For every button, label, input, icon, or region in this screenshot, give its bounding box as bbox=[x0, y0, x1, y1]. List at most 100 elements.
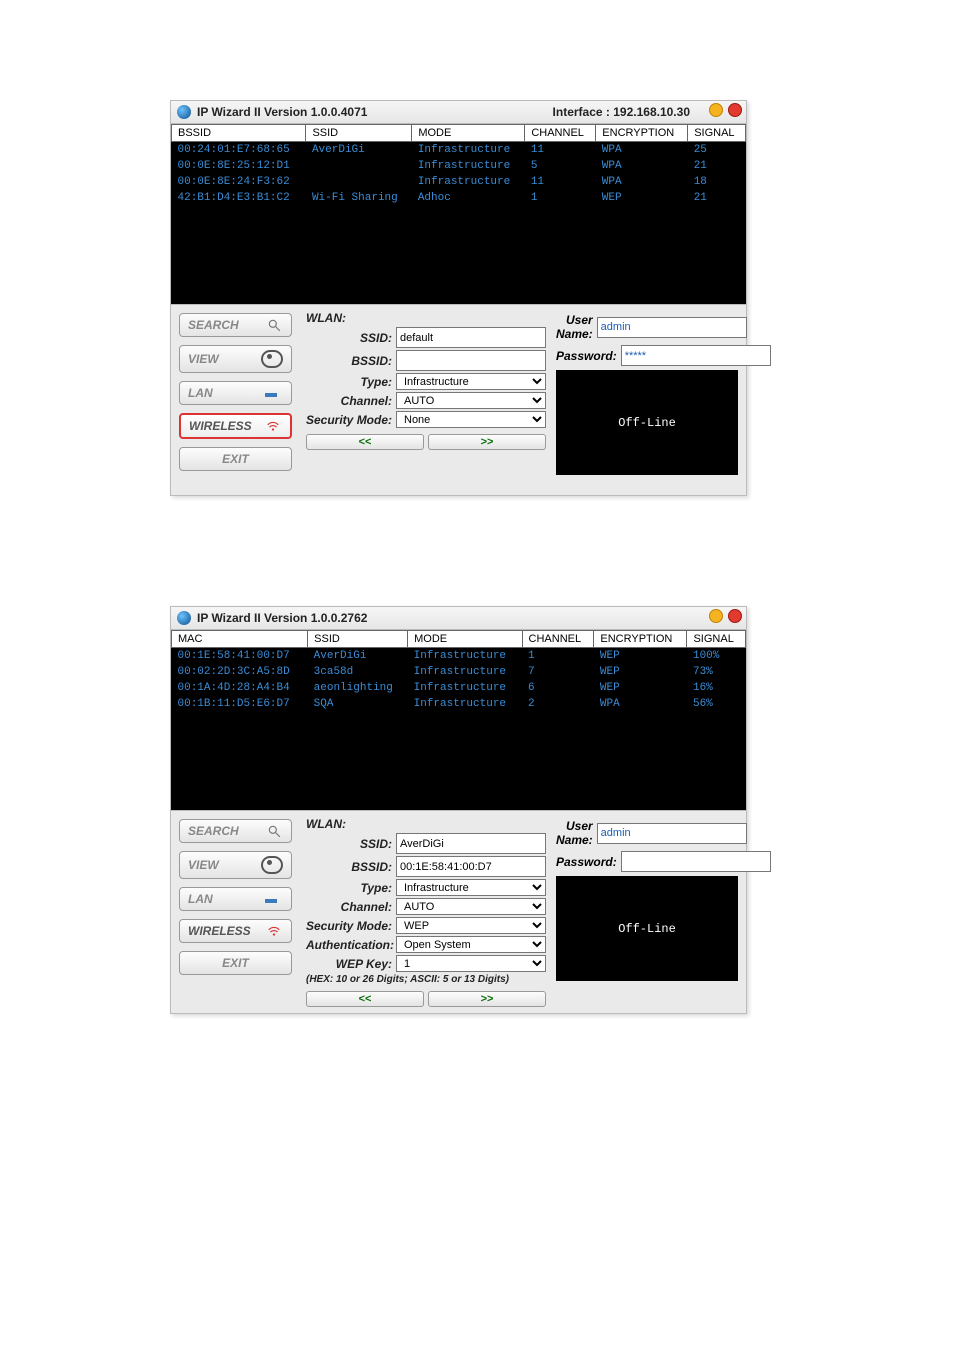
credentials-panel: User Name: Password: Off-Line bbox=[552, 305, 746, 495]
password-input[interactable] bbox=[621, 345, 771, 366]
network-table[interactable]: BSSID SSID MODE CHANNEL ENCRYPTION SIGNA… bbox=[171, 124, 746, 304]
table-row[interactable]: 00:1B:11:D5:E6:D7SQAInfrastructure2WPA56… bbox=[172, 696, 746, 712]
ssid-input[interactable] bbox=[396, 833, 546, 854]
type-select[interactable]: Infrastructure bbox=[396, 373, 546, 390]
ssid-label: SSID: bbox=[306, 331, 396, 345]
prev-button[interactable]: << bbox=[306, 991, 424, 1007]
nav-label: WIRELESS bbox=[188, 924, 251, 938]
window-title: IP Wizard II Version 1.0.0.4071 bbox=[197, 105, 367, 119]
col-signal[interactable]: SIGNAL bbox=[687, 631, 746, 648]
col-bssid[interactable]: BSSID bbox=[172, 125, 306, 142]
wlan-heading: WLAN: bbox=[306, 311, 546, 325]
hex-note: (HEX: 10 or 26 Digits; ASCII: 5 or 13 Di… bbox=[306, 974, 546, 985]
type-select[interactable]: Infrastructure bbox=[396, 879, 546, 896]
ip-wizard-window-2: IP Wizard II Version 1.0.0.2762 MAC SSID… bbox=[170, 606, 747, 1014]
col-encryption[interactable]: ENCRYPTION bbox=[596, 125, 688, 142]
secmode-label: Security Mode: bbox=[306, 413, 396, 427]
preview-status: Off-Line bbox=[618, 922, 676, 936]
table-row[interactable]: 00:0E:8E:24:F3:62Infrastructure11WPA18 bbox=[172, 174, 746, 190]
preview-pane: Off-Line bbox=[556, 370, 738, 475]
nav-label: LAN bbox=[188, 386, 213, 400]
close-icon[interactable] bbox=[728, 609, 742, 623]
table-row[interactable]: 00:1E:58:41:00:D7AverDiGiInfrastructure1… bbox=[172, 648, 746, 665]
nav-label: VIEW bbox=[188, 858, 219, 872]
lan-button[interactable]: LAN bbox=[179, 887, 292, 911]
eye-icon bbox=[261, 856, 283, 874]
table-row[interactable]: 00:02:2D:3C:A5:8D3ca58dInfrastructure7WE… bbox=[172, 664, 746, 680]
col-signal[interactable]: SIGNAL bbox=[688, 125, 746, 142]
bssid-input[interactable] bbox=[396, 856, 546, 877]
network-table[interactable]: MAC SSID MODE CHANNEL ENCRYPTION SIGNAL … bbox=[171, 630, 746, 810]
globe-icon bbox=[177, 105, 191, 119]
search-icon bbox=[265, 318, 283, 332]
titlebar[interactable]: IP Wizard II Version 1.0.0.4071 Interfac… bbox=[171, 101, 746, 124]
globe-icon bbox=[177, 611, 191, 625]
wireless-button[interactable]: WIRELESS bbox=[179, 919, 292, 943]
nav-label: WIRELESS bbox=[189, 419, 252, 433]
nav-label: EXIT bbox=[222, 956, 249, 970]
view-button[interactable]: VIEW bbox=[179, 851, 292, 879]
wlan-form: WLAN: SSID: BSSID: Type:Infrastructure C… bbox=[300, 305, 552, 495]
table-row[interactable]: 00:1A:4D:28:A4:B4aeonlightingInfrastruct… bbox=[172, 680, 746, 696]
col-channel[interactable]: CHANNEL bbox=[525, 125, 596, 142]
auth-select[interactable]: Open System bbox=[396, 936, 546, 953]
channel-label: Channel: bbox=[306, 394, 396, 408]
wifi-icon bbox=[265, 924, 283, 938]
username-label: User Name: bbox=[556, 313, 597, 341]
wifi-icon bbox=[264, 419, 282, 433]
col-encryption[interactable]: ENCRYPTION bbox=[594, 631, 687, 648]
close-icon[interactable] bbox=[728, 103, 742, 117]
next-button[interactable]: >> bbox=[428, 991, 546, 1007]
username-input[interactable] bbox=[597, 317, 747, 338]
col-channel[interactable]: CHANNEL bbox=[522, 631, 594, 648]
table-row[interactable]: 42:B1:D4:E3:B1:C2Wi-Fi SharingAdhoc1WEP2… bbox=[172, 190, 746, 206]
lan-icon bbox=[265, 892, 283, 906]
password-label: Password: bbox=[556, 349, 621, 363]
view-button[interactable]: VIEW bbox=[179, 345, 292, 373]
col-mac[interactable]: MAC bbox=[172, 631, 308, 648]
col-ssid[interactable]: SSID bbox=[306, 125, 412, 142]
type-label: Type: bbox=[306, 881, 396, 895]
secmode-select[interactable]: None bbox=[396, 411, 546, 428]
col-ssid[interactable]: SSID bbox=[308, 631, 408, 648]
col-mode[interactable]: MODE bbox=[412, 125, 525, 142]
channel-select[interactable]: AUTO bbox=[396, 898, 546, 915]
prev-button[interactable]: << bbox=[306, 434, 424, 450]
col-mode[interactable]: MODE bbox=[408, 631, 522, 648]
ip-wizard-window-1: IP Wizard II Version 1.0.0.4071 Interfac… bbox=[170, 100, 747, 496]
secmode-label: Security Mode: bbox=[306, 919, 396, 933]
lan-button[interactable]: LAN bbox=[179, 381, 292, 405]
nav-label: LAN bbox=[188, 892, 213, 906]
wlan-form: WLAN: SSID: BSSID: Type:Infrastructure C… bbox=[300, 811, 552, 1013]
table-row[interactable]: 00:0E:8E:25:12:D1Infrastructure5WPA21 bbox=[172, 158, 746, 174]
credentials-panel: User Name: Password: Off-Line bbox=[552, 811, 746, 1013]
bssid-label: BSSID: bbox=[306, 860, 396, 874]
nav-label: VIEW bbox=[188, 352, 219, 366]
type-label: Type: bbox=[306, 375, 396, 389]
nav-label: EXIT bbox=[222, 452, 249, 466]
nav-label: SEARCH bbox=[188, 824, 239, 838]
secmode-select[interactable]: WEP bbox=[396, 917, 546, 934]
minimize-icon[interactable] bbox=[709, 609, 723, 623]
interface-info: Interface : 192.168.10.30 bbox=[553, 105, 690, 119]
preview-pane: Off-Line bbox=[556, 876, 738, 981]
exit-button[interactable]: EXIT bbox=[179, 447, 292, 471]
titlebar[interactable]: IP Wizard II Version 1.0.0.2762 bbox=[171, 607, 746, 630]
nav-panel: SEARCH VIEW LAN WIRELESS bbox=[171, 811, 300, 1013]
channel-label: Channel: bbox=[306, 900, 396, 914]
password-input[interactable] bbox=[621, 851, 771, 872]
password-label: Password: bbox=[556, 855, 621, 869]
bssid-input[interactable] bbox=[396, 350, 546, 371]
next-button[interactable]: >> bbox=[428, 434, 546, 450]
ssid-input[interactable] bbox=[396, 327, 546, 348]
minimize-icon[interactable] bbox=[709, 103, 723, 117]
exit-button[interactable]: EXIT bbox=[179, 951, 292, 975]
wepkey-select[interactable]: 1 bbox=[396, 955, 546, 972]
wireless-button[interactable]: WIRELESS bbox=[179, 413, 292, 439]
username-input[interactable] bbox=[597, 823, 747, 844]
table-row[interactable]: 00:24:01:E7:68:65AverDiGiInfrastructure1… bbox=[172, 142, 746, 159]
search-button[interactable]: SEARCH bbox=[179, 313, 292, 337]
window-title: IP Wizard II Version 1.0.0.2762 bbox=[197, 611, 367, 625]
channel-select[interactable]: AUTO bbox=[396, 392, 546, 409]
search-button[interactable]: SEARCH bbox=[179, 819, 292, 843]
